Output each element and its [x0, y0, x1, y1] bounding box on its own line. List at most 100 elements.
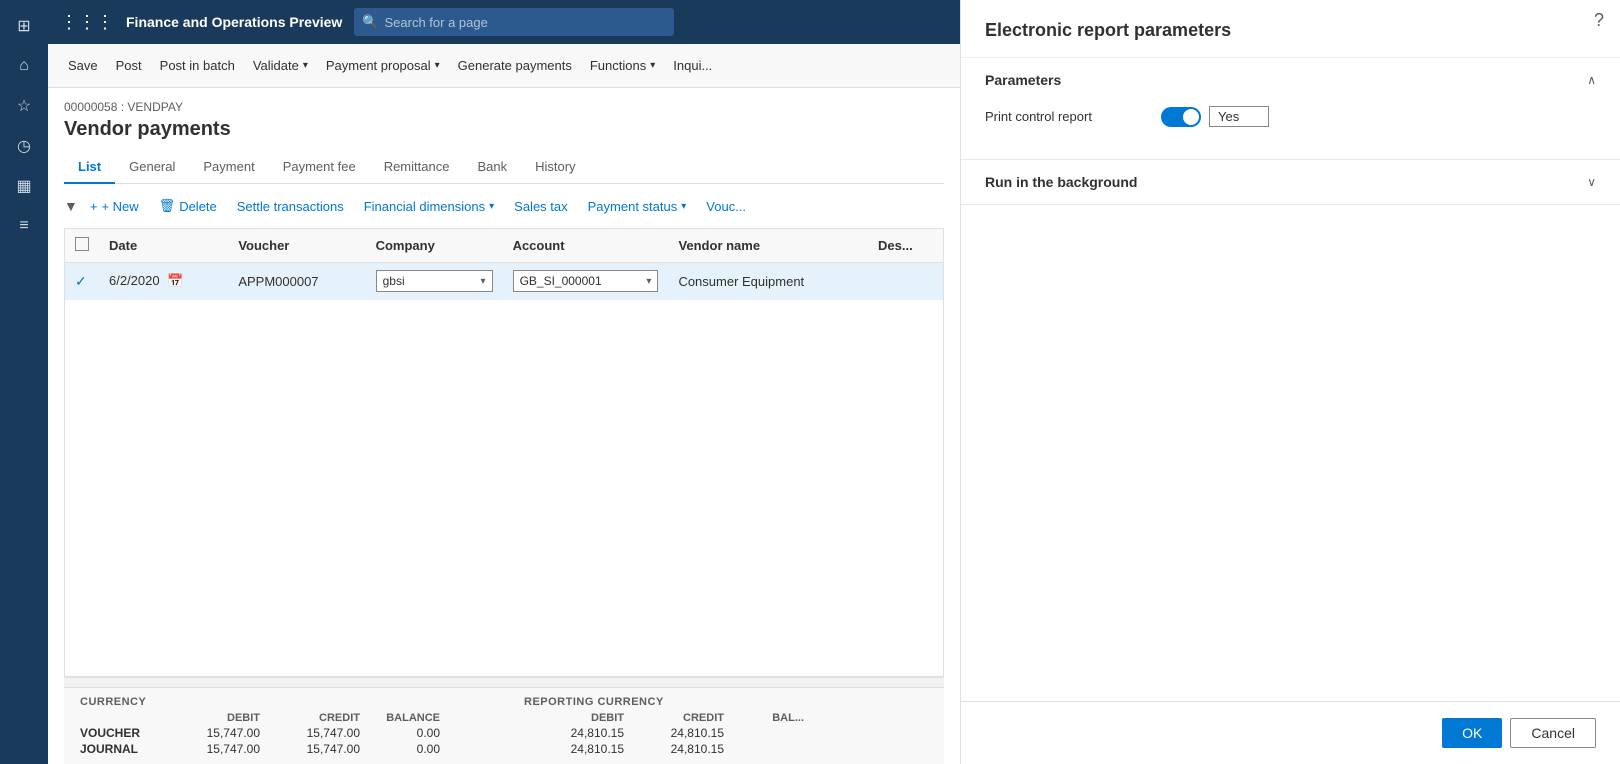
validate-chevron-icon: ▾ [303, 60, 308, 71]
toggle-thumb [1183, 109, 1199, 125]
voucher-button[interactable]: Vouc... [698, 192, 754, 220]
tab-payment[interactable]: Payment [189, 151, 268, 184]
post-in-batch-button[interactable]: Post in batch [152, 50, 243, 82]
app-grid-icon[interactable]: ⋮⋮⋮ [60, 12, 114, 33]
content-area: 00000058 : VENDPAY Vendor payments List … [48, 88, 960, 764]
r-bal-header: BAL... [724, 712, 804, 724]
voucher-summary-label: VOUCHER [80, 726, 160, 740]
payment-proposal-chevron-icon: ▾ [435, 60, 440, 71]
tab-list[interactable]: List [64, 151, 115, 184]
credit-header: CREDIT [260, 712, 360, 724]
footer-summary: CURRENCY DEBIT CREDIT BALANCE VOUCHER 15… [64, 687, 944, 764]
nav-icon[interactable]: ≡ [6, 208, 42, 244]
save-button[interactable]: Save [60, 50, 106, 82]
star-icon[interactable]: ☆ [6, 88, 42, 124]
sidebar: ⊞ ⌂ ☆ ◷ ▦ ≡ [0, 0, 48, 764]
app-title: Finance and Operations Preview [126, 14, 342, 30]
voucher-r-debit: 24,810.15 [524, 726, 624, 740]
tab-payment-fee[interactable]: Payment fee [269, 151, 370, 184]
calendar-icon[interactable]: 📅 [167, 273, 183, 288]
validate-button[interactable]: Validate ▾ [245, 50, 316, 82]
inquire-button[interactable]: Inqui... [665, 50, 720, 82]
generate-payments-button[interactable]: Generate payments [450, 50, 580, 82]
voucher-credit: 15,747.00 [260, 726, 360, 740]
date-column-header: Date [99, 229, 228, 263]
reporting-currency-section: REPORTING CURRENCY DEBIT CREDIT BAL... 2… [524, 696, 928, 756]
ok-button[interactable]: OK [1442, 718, 1502, 748]
clock-icon[interactable]: ◷ [6, 128, 42, 164]
parameters-chevron-icon: ∧ [1587, 73, 1596, 87]
vendor-name-column-header: Vendor name [668, 229, 868, 263]
horizontal-scrollbar[interactable] [64, 677, 944, 687]
journal-credit: 15,747.00 [260, 742, 360, 756]
row-vendor-name: Consumer Equipment [668, 263, 868, 300]
tabs: List General Payment Payment fee Remitta… [64, 151, 944, 184]
currency-label: CURRENCY [80, 696, 484, 708]
delete-button[interactable]: 🗑 Delete [151, 192, 225, 220]
new-button[interactable]: + + New [82, 192, 147, 220]
row-date: 6/2/2020 📅 [99, 263, 228, 300]
top-bar: ⋮⋮⋮ Finance and Operations Preview 🔍 Sea… [48, 0, 960, 44]
filter-icon[interactable]: ▼ [64, 198, 78, 214]
parameters-section: Parameters ∧ Print control report Yes [961, 58, 1620, 160]
tab-history[interactable]: History [521, 151, 589, 184]
tab-bank[interactable]: Bank [463, 151, 521, 184]
account-dropdown[interactable]: GB_SI_000001 ▾ [513, 270, 659, 292]
panel-header: Electronic report parameters [961, 0, 1620, 58]
row-checkbox-cell[interactable]: ✓ [65, 263, 99, 300]
main-area: ⋮⋮⋮ Finance and Operations Preview 🔍 Sea… [48, 0, 960, 764]
company-dropdown-chevron-icon: ▾ [481, 276, 486, 287]
financial-dimensions-chevron-icon: ▾ [489, 201, 494, 212]
currency-section: CURRENCY DEBIT CREDIT BALANCE VOUCHER 15… [80, 696, 484, 756]
toggle-container: Yes [1161, 106, 1269, 127]
payments-table: Date Voucher Company Account Vendor name… [65, 229, 943, 300]
action-bar: ▼ + + New 🗑 Delete Settle transactions F… [64, 184, 944, 228]
tab-remittance[interactable]: Remittance [370, 151, 464, 184]
print-control-report-row: Print control report Yes [985, 106, 1596, 127]
r-credit-header: CREDIT [624, 712, 724, 724]
settle-transactions-button[interactable]: Settle transactions [229, 192, 352, 220]
company-dropdown[interactable]: gbsi ▾ [376, 270, 493, 292]
row-checkmark-icon: ✓ [75, 273, 87, 289]
panel-footer: OK Cancel [961, 701, 1620, 764]
row-company: gbsi ▾ [366, 263, 503, 300]
financial-dimensions-button[interactable]: Financial dimensions ▾ [356, 192, 502, 220]
voucher-debit: 15,747.00 [160, 726, 260, 740]
home-icon[interactable]: ⌂ [6, 48, 42, 84]
r-debit-header: DEBIT [524, 712, 624, 724]
parameters-section-title: Parameters [985, 72, 1061, 88]
post-button[interactable]: Post [108, 50, 150, 82]
help-icon[interactable]: ? [1594, 10, 1604, 31]
company-column-header: Company [366, 229, 503, 263]
print-control-report-label: Print control report [985, 109, 1145, 124]
parameters-section-header[interactable]: Parameters ∧ [961, 58, 1620, 102]
voucher-column-header: Voucher [228, 229, 365, 263]
payment-proposal-button[interactable]: Payment proposal ▾ [318, 50, 448, 82]
journal-debit: 15,747.00 [160, 742, 260, 756]
toolbar: Save Post Post in batch Validate ▾ Payme… [48, 44, 960, 88]
print-control-toggle[interactable] [1161, 107, 1201, 127]
search-bar[interactable]: 🔍 Search for a page [354, 8, 674, 36]
workspace-icon[interactable]: ▦ [6, 168, 42, 204]
payment-status-button[interactable]: Payment status ▾ [580, 192, 695, 220]
tab-general[interactable]: General [115, 151, 189, 184]
new-icon: + [90, 199, 98, 214]
functions-button[interactable]: Functions ▾ [582, 50, 663, 82]
journal-balance: 0.00 [360, 742, 440, 756]
reporting-currency-label: REPORTING CURRENCY [524, 696, 928, 708]
table-row[interactable]: ✓ 6/2/2020 📅 APPM000007 gbsi ▾ [65, 263, 943, 300]
grid-icon[interactable]: ⊞ [6, 8, 42, 44]
delete-icon: 🗑 [159, 198, 176, 214]
cancel-button[interactable]: Cancel [1510, 718, 1596, 748]
run-in-background-chevron-icon: ∨ [1587, 175, 1596, 189]
select-all-checkbox[interactable] [75, 237, 89, 251]
run-in-background-title: Run in the background [985, 174, 1137, 190]
debit-header: DEBIT [160, 712, 260, 724]
sales-tax-button[interactable]: Sales tax [506, 192, 575, 220]
breadcrumb: 00000058 : VENDPAY [64, 100, 944, 114]
payment-status-chevron-icon: ▾ [681, 201, 686, 212]
journal-r-debit: 24,810.15 [524, 742, 624, 756]
run-in-background-section-header[interactable]: Run in the background ∨ [961, 160, 1620, 204]
functions-chevron-icon: ▾ [650, 60, 655, 71]
select-all-header[interactable] [65, 229, 99, 263]
